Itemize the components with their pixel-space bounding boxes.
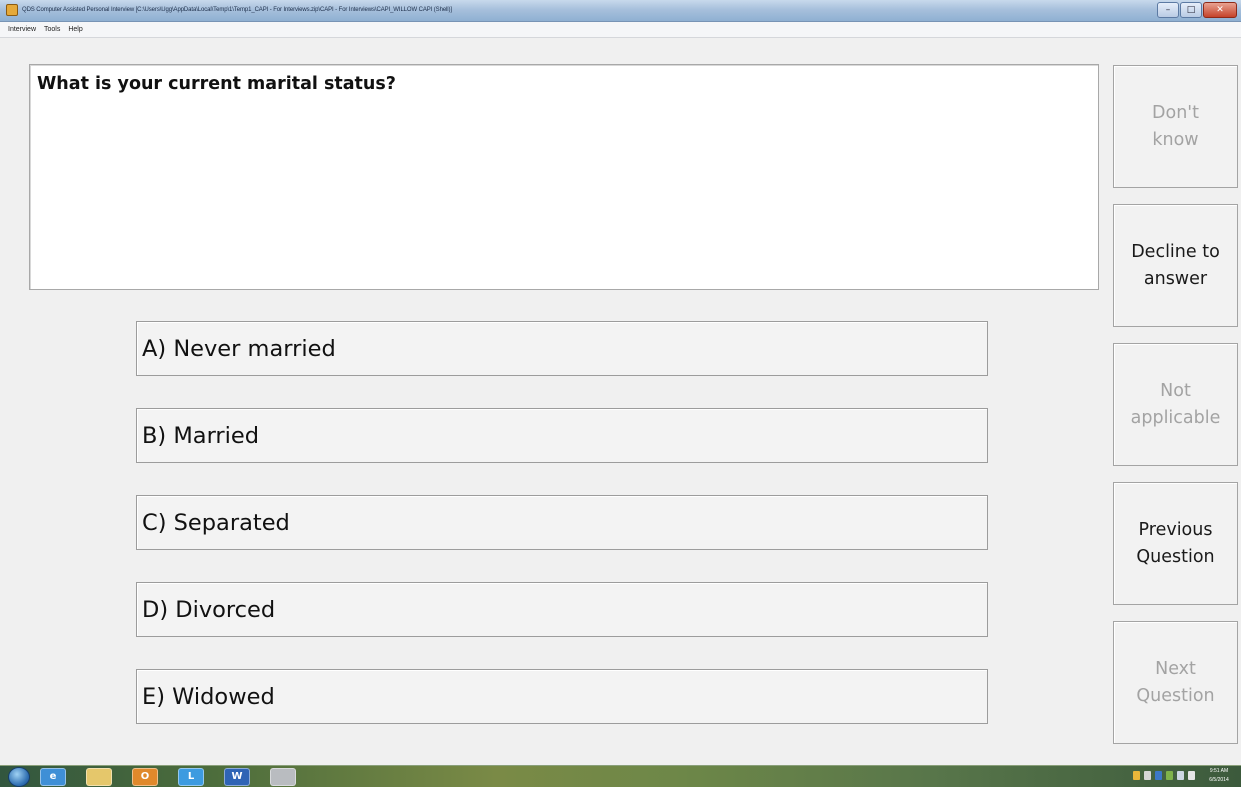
tray-network-icon[interactable] xyxy=(1155,771,1162,780)
dont-know-button[interactable]: Don't know xyxy=(1113,65,1238,188)
option-widowed[interactable]: E) Widowed xyxy=(136,669,988,724)
tray-arrow-icon[interactable] xyxy=(1144,771,1151,780)
lync-icon[interactable]: L xyxy=(178,768,204,786)
menu-help[interactable]: Help xyxy=(64,22,86,37)
menu-tools[interactable]: Tools xyxy=(40,22,64,37)
close-button[interactable]: ✕ xyxy=(1203,2,1237,18)
outlook-icon[interactable]: O xyxy=(132,768,158,786)
next-question-button[interactable]: Next Question xyxy=(1113,621,1238,744)
option-separated[interactable]: C) Separated xyxy=(136,495,988,550)
question-panel: What is your current marital status? xyxy=(29,64,1099,290)
decline-to-answer-button[interactable]: Decline to answer xyxy=(1113,204,1238,327)
window-controls: – □ ✕ xyxy=(1157,2,1237,19)
start-button[interactable] xyxy=(8,767,30,787)
word-icon[interactable]: W xyxy=(224,768,250,786)
clock-time: 9:51 AM xyxy=(1209,768,1229,774)
internet-explorer-icon[interactable]: e xyxy=(40,768,66,786)
file-explorer-icon[interactable] xyxy=(86,768,112,786)
tray-volume-icon[interactable] xyxy=(1188,771,1195,780)
qds-app-icon[interactable] xyxy=(270,768,296,786)
system-tray xyxy=(1133,771,1195,783)
maximize-button[interactable]: □ xyxy=(1180,2,1202,18)
tray-security-icon[interactable] xyxy=(1166,771,1173,780)
minimize-button[interactable]: – xyxy=(1157,2,1179,18)
menu-interview[interactable]: Interview xyxy=(4,22,40,37)
window-title: QDS Computer Assisted Personal Interview… xyxy=(22,7,452,13)
option-never-married[interactable]: A) Never married xyxy=(136,321,988,376)
taskbar-clock[interactable]: 9:51 AM 6/5/2014 xyxy=(1201,767,1237,787)
menu-bar: Interview Tools Help xyxy=(0,22,1241,38)
previous-question-button[interactable]: Previous Question xyxy=(1113,482,1238,605)
tray-power-icon[interactable] xyxy=(1177,771,1184,780)
option-divorced[interactable]: D) Divorced xyxy=(136,582,988,637)
not-applicable-button[interactable]: Not applicable xyxy=(1113,343,1238,466)
app-icon xyxy=(6,4,18,16)
taskbar: e O L W 9:51 AM 6/5/2014 xyxy=(0,765,1241,787)
option-married[interactable]: B) Married xyxy=(136,408,988,463)
clock-date: 6/5/2014 xyxy=(1209,777,1229,783)
question-text: What is your current marital status? xyxy=(37,74,396,94)
tray-notification-icon[interactable] xyxy=(1133,771,1140,780)
window-title-bar[interactable]: QDS Computer Assisted Personal Interview… xyxy=(0,0,1241,22)
